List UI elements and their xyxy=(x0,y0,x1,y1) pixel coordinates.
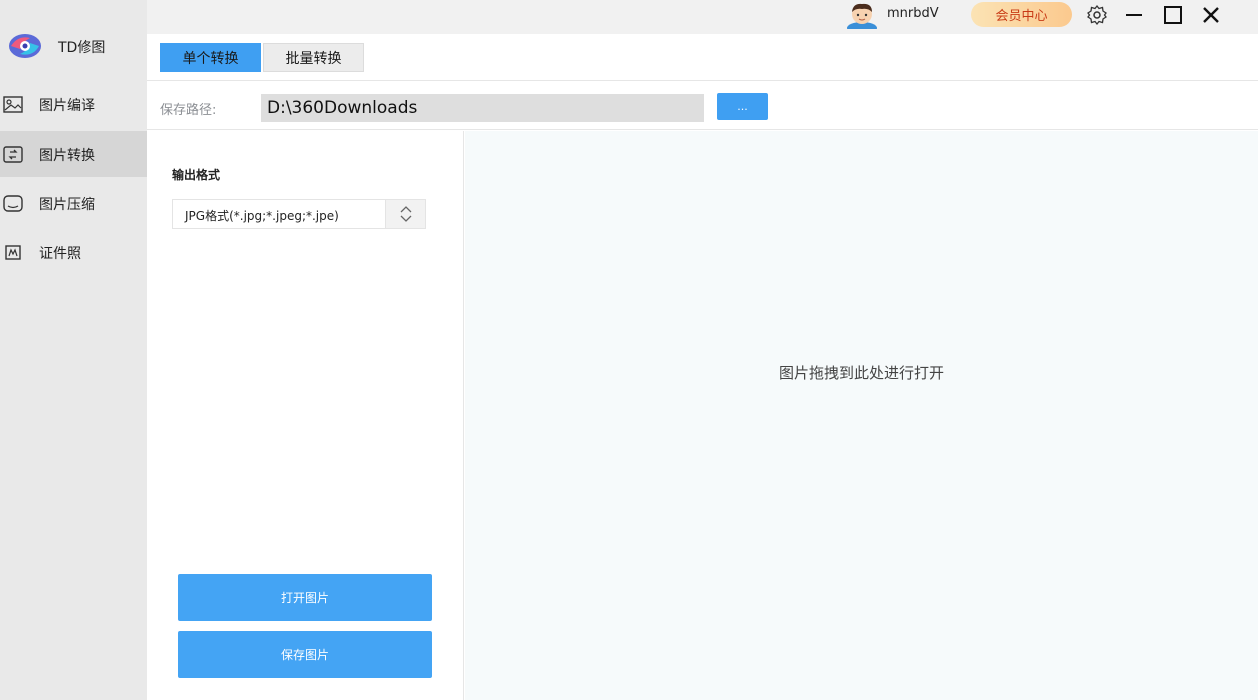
close-icon[interactable] xyxy=(1199,3,1223,27)
save-path-label: 保存路径: xyxy=(160,103,217,118)
app-name: TD修图 xyxy=(58,40,106,56)
output-format-select[interactable]: JPG格式(*.jpg;*.jpeg;*.jpe) xyxy=(172,199,426,229)
sidebar-item-label: 图片编译 xyxy=(39,98,95,114)
tab-bar: 单个转换 批量转换 xyxy=(147,34,1258,81)
brand: TD修图 xyxy=(0,26,147,66)
save-path-row: 保存路径: ... xyxy=(147,82,1258,130)
output-format-value: JPG格式(*.jpg;*.jpeg;*.jpe) xyxy=(185,209,339,223)
title-bar: mnrbdV 会员中心 xyxy=(147,0,1258,34)
output-format-label: 输出格式 xyxy=(172,168,221,182)
sidebar-item-image-compress[interactable]: 图片压缩 xyxy=(0,180,147,226)
drop-zone-hint: 图片拖拽到此处进行打开 xyxy=(778,364,944,382)
minimize-icon[interactable] xyxy=(1122,3,1146,27)
sidebar-item-label: 图片压缩 xyxy=(39,197,95,213)
chevron-up-down-icon xyxy=(400,206,412,222)
app-logo-icon xyxy=(9,34,41,58)
sidebar-item-id-photo[interactable]: 证件照 xyxy=(0,229,147,275)
save-image-button[interactable]: 保存图片 xyxy=(178,631,432,678)
sidebar-item-image-convert[interactable]: 图片转换 xyxy=(0,131,147,177)
options-panel: 输出格式 JPG格式(*.jpg;*.jpeg;*.jpe) 打开图片 保存图片 xyxy=(147,131,464,700)
avatar[interactable] xyxy=(844,1,880,29)
tab-batch-convert[interactable]: 批量转换 xyxy=(263,43,364,72)
select-arrows[interactable] xyxy=(385,200,425,228)
sidebar: TD修图 图片编译 图片转换 图片压缩 证件照 xyxy=(0,0,147,700)
save-path-input[interactable] xyxy=(261,94,704,122)
sidebar-item-label: 图片转换 xyxy=(39,148,95,164)
settings-icon[interactable] xyxy=(1085,3,1109,27)
sidebar-item-label: 证件照 xyxy=(39,246,81,262)
browse-button[interactable]: ... xyxy=(717,93,768,120)
id-photo-icon xyxy=(5,245,21,260)
open-image-button[interactable]: 打开图片 xyxy=(178,574,432,621)
tab-single-convert[interactable]: 单个转换 xyxy=(160,43,261,72)
maximize-icon[interactable] xyxy=(1161,3,1185,27)
image-edit-icon xyxy=(3,96,23,113)
sidebar-item-image-edit[interactable]: 图片编译 xyxy=(0,81,147,127)
image-drop-zone[interactable]: 图片拖拽到此处进行打开 xyxy=(465,131,1258,700)
vip-center-button[interactable]: 会员中心 xyxy=(971,2,1072,27)
image-convert-icon xyxy=(3,146,23,163)
username[interactable]: mnrbdV xyxy=(887,6,939,21)
image-compress-icon xyxy=(3,195,23,212)
